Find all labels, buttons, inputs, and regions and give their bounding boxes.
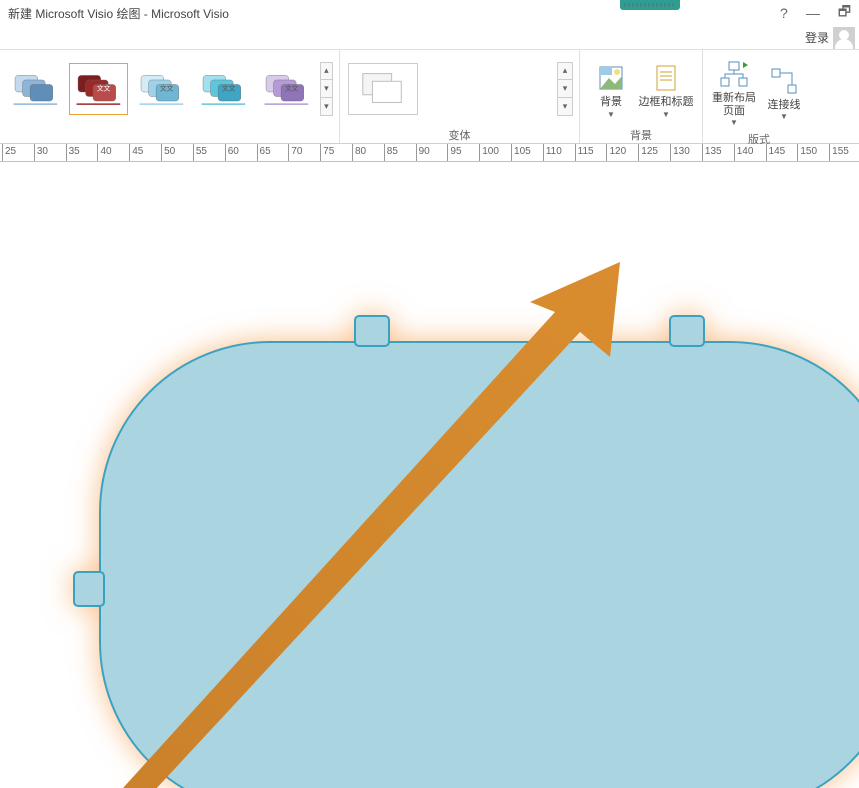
relayout-page-button[interactable]: 重新布局页面 ▼ [709, 54, 759, 127]
relayout-label: 重新布局页面 [709, 92, 759, 118]
variation-thumb[interactable] [348, 63, 418, 115]
avatar-icon[interactable] [833, 27, 855, 49]
themes-scroll-down[interactable]: ▾ [320, 80, 333, 98]
title-bar: 新建 Microsoft Visio 绘图 - Microsoft Visio … [0, 0, 859, 26]
themes-scroll-up[interactable]: ▴ [320, 62, 333, 80]
variations-scroll-down[interactable]: ▾ [557, 80, 573, 98]
restore-icon[interactable]: 🗗 [838, 1, 851, 25]
themes-expand[interactable]: ▾ [320, 98, 333, 116]
background-button[interactable]: 背景 ▼ [586, 58, 636, 118]
tank-shape[interactable] [80, 312, 859, 788]
chevron-down-icon: ▼ [607, 110, 615, 119]
variations-group-label: 变体 [340, 127, 579, 143]
variations-spinners: ▴ ▾ ▾ [557, 62, 573, 116]
theme-cyan-thumb[interactable]: 文文 [194, 63, 253, 115]
themes-group-label [0, 127, 339, 143]
background-icon [595, 62, 627, 94]
borders-titles-button[interactable]: 边框和标题 ▼ [636, 58, 696, 118]
background-group: 背景 ▼ 边框和标题 ▼ 背景 [580, 50, 703, 143]
chevron-down-icon: ▼ [662, 110, 670, 119]
minimize-icon[interactable]: — [806, 5, 820, 21]
themes-spinners: ▴▾▾ [320, 62, 333, 116]
help-icon[interactable]: ? [780, 5, 788, 21]
svg-text:文文: 文文 [222, 83, 236, 92]
svg-text:文文: 文文 [97, 83, 111, 92]
connectors-label: 连接线 [768, 99, 801, 112]
svg-text:文文: 文文 [159, 83, 173, 92]
connectors-icon [768, 65, 800, 97]
background-group-label: 背景 [580, 127, 702, 143]
layout-group: 重新布局页面 ▼ 连接线 ▼ 版式 [703, 50, 815, 143]
borders-titles-label: 边框和标题 [639, 96, 694, 109]
chevron-down-icon: ▼ [730, 118, 738, 127]
svg-text:文文: 文文 [285, 83, 299, 92]
theme-red-thumb[interactable]: 文文 [69, 63, 128, 115]
relayout-icon [718, 58, 750, 90]
chevron-down-icon: ▼ [780, 112, 788, 121]
horizontal-ruler: 2530354045505560657075808590951001051101… [0, 144, 859, 162]
theme-light-thumb[interactable]: 文文 [132, 63, 191, 115]
variations-scroll-up[interactable]: ▴ [557, 62, 573, 80]
variations-group: ▴ ▾ ▾ 变体 [340, 50, 580, 143]
variations-expand[interactable]: ▾ [557, 98, 573, 116]
themes-group: 文文文文文文文文▴▾▾ [0, 50, 340, 143]
connectors-button[interactable]: 连接线 ▼ [759, 61, 809, 121]
theme-blue-thumb[interactable] [6, 63, 65, 115]
login-row: 登录 [0, 26, 859, 50]
drawing-canvas[interactable] [0, 162, 859, 788]
login-link[interactable]: 登录 [805, 29, 829, 46]
ribbon: 文文文文文文文文▴▾▾ ▴ ▾ ▾ 变体 [0, 50, 859, 144]
theme-purple-thumb[interactable]: 文文 [257, 63, 316, 115]
borders-titles-icon [650, 62, 682, 94]
background-label: 背景 [600, 96, 622, 109]
onscreen-keyboard-icon[interactable] [620, 0, 680, 10]
